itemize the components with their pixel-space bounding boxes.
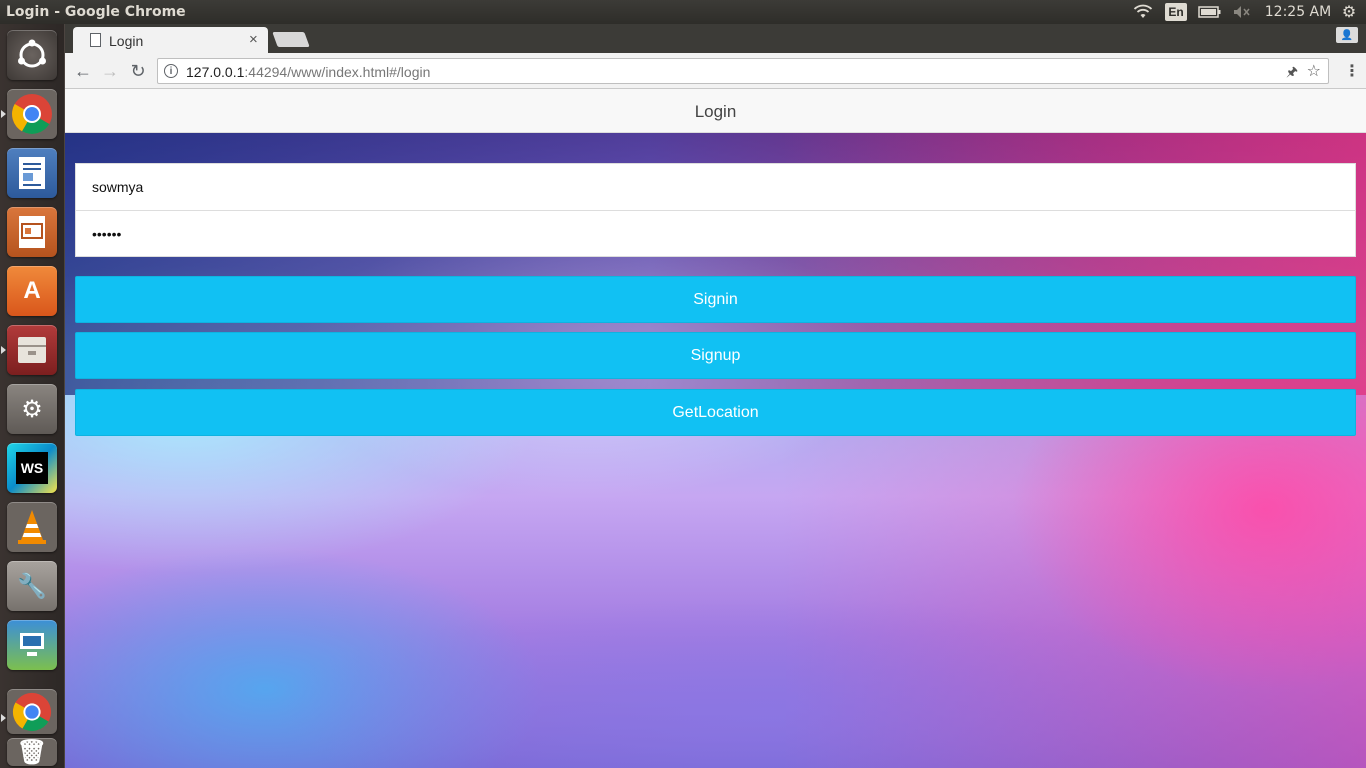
- os-top-panel: Login - Google Chrome En 12:25 AM ⚙: [0, 0, 1366, 24]
- running-indicator: [1, 110, 6, 118]
- software-center-icon[interactable]: A: [7, 266, 57, 316]
- pin-icon[interactable]: 🖈: [1286, 63, 1298, 85]
- reload-icon[interactable]: ↻: [126, 59, 150, 83]
- chrome-icon[interactable]: [7, 89, 57, 139]
- page-favicon-icon: [90, 33, 101, 47]
- username-item: [76, 164, 1355, 210]
- url-text[interactable]: 127.0.0.1:44294/www/index.html#/login: [186, 64, 430, 80]
- site-info-icon[interactable]: i: [164, 64, 178, 78]
- running-indicator: [1, 714, 6, 722]
- tab-login[interactable]: Login ×: [73, 27, 268, 53]
- webstorm-icon[interactable]: WS: [7, 443, 57, 493]
- tab-strip: Login × 👤: [65, 24, 1366, 53]
- wifi-icon[interactable]: [1132, 3, 1154, 21]
- browser-window: Login × 👤 ← → ↻ i 127.0.0.1:44294/www/in…: [65, 24, 1366, 768]
- settings-tools-icon[interactable]: ⚙: [7, 384, 57, 434]
- keyboard-lang-indicator[interactable]: En: [1165, 3, 1187, 21]
- archive-icon[interactable]: [7, 325, 57, 375]
- signin-button[interactable]: Signin: [75, 276, 1356, 323]
- tab-title: Login: [109, 33, 144, 49]
- url-path: :44294/www/index.html#/login: [244, 64, 431, 80]
- clock[interactable]: 12:25 AM: [1262, 3, 1334, 21]
- new-tab-button[interactable]: [272, 32, 310, 47]
- password-item: [76, 210, 1355, 257]
- trash-icon[interactable]: 🗑: [7, 738, 57, 766]
- getlocation-button[interactable]: GetLocation: [75, 389, 1356, 436]
- webstorm-label: WS: [16, 452, 48, 484]
- wine-icon[interactable]: 🔧: [7, 561, 57, 611]
- power-gear-icon[interactable]: ⚙: [1338, 3, 1360, 21]
- running-indicator: [1, 346, 6, 354]
- window-title: Login - Google Chrome: [6, 4, 186, 20]
- tab-close-icon[interactable]: ×: [249, 31, 258, 48]
- page-title: Login: [694, 102, 737, 121]
- page-viewport: Login Signin Signup GetLocation: [65, 89, 1366, 768]
- screenshot-icon[interactable]: [7, 620, 57, 670]
- profile-icon[interactable]: 👤: [1336, 27, 1358, 43]
- chrome-menu-icon[interactable]: ⋮: [1344, 61, 1360, 81]
- login-form: [75, 163, 1356, 257]
- vlc-cone-icon[interactable]: [7, 502, 57, 552]
- forward-arrow-icon[interactable]: →: [98, 59, 122, 83]
- battery-icon[interactable]: [1198, 3, 1222, 21]
- ubuntu-logo-icon[interactable]: [7, 30, 57, 80]
- address-bar[interactable]: i 127.0.0.1:44294/www/index.html#/login …: [157, 58, 1329, 84]
- chrome-icon[interactable]: [7, 689, 57, 734]
- page-header-bar: Login: [65, 89, 1366, 133]
- writer-icon[interactable]: [7, 148, 57, 198]
- username-input[interactable]: [92, 164, 1332, 210]
- impress-icon[interactable]: [7, 207, 57, 257]
- back-arrow-icon[interactable]: ←: [71, 59, 95, 83]
- signup-button[interactable]: Signup: [75, 332, 1356, 379]
- browser-toolbar: ← → ↻ i 127.0.0.1:44294/www/index.html#/…: [65, 53, 1366, 89]
- bookmark-star-icon[interactable]: ☆: [1307, 61, 1321, 81]
- url-host: 127.0.0.1: [186, 64, 245, 80]
- unity-launcher: A ⚙ WS 🔧 🗑: [0, 24, 65, 768]
- password-input[interactable]: [92, 211, 1332, 257]
- volume-muted-icon[interactable]: [1232, 3, 1252, 21]
